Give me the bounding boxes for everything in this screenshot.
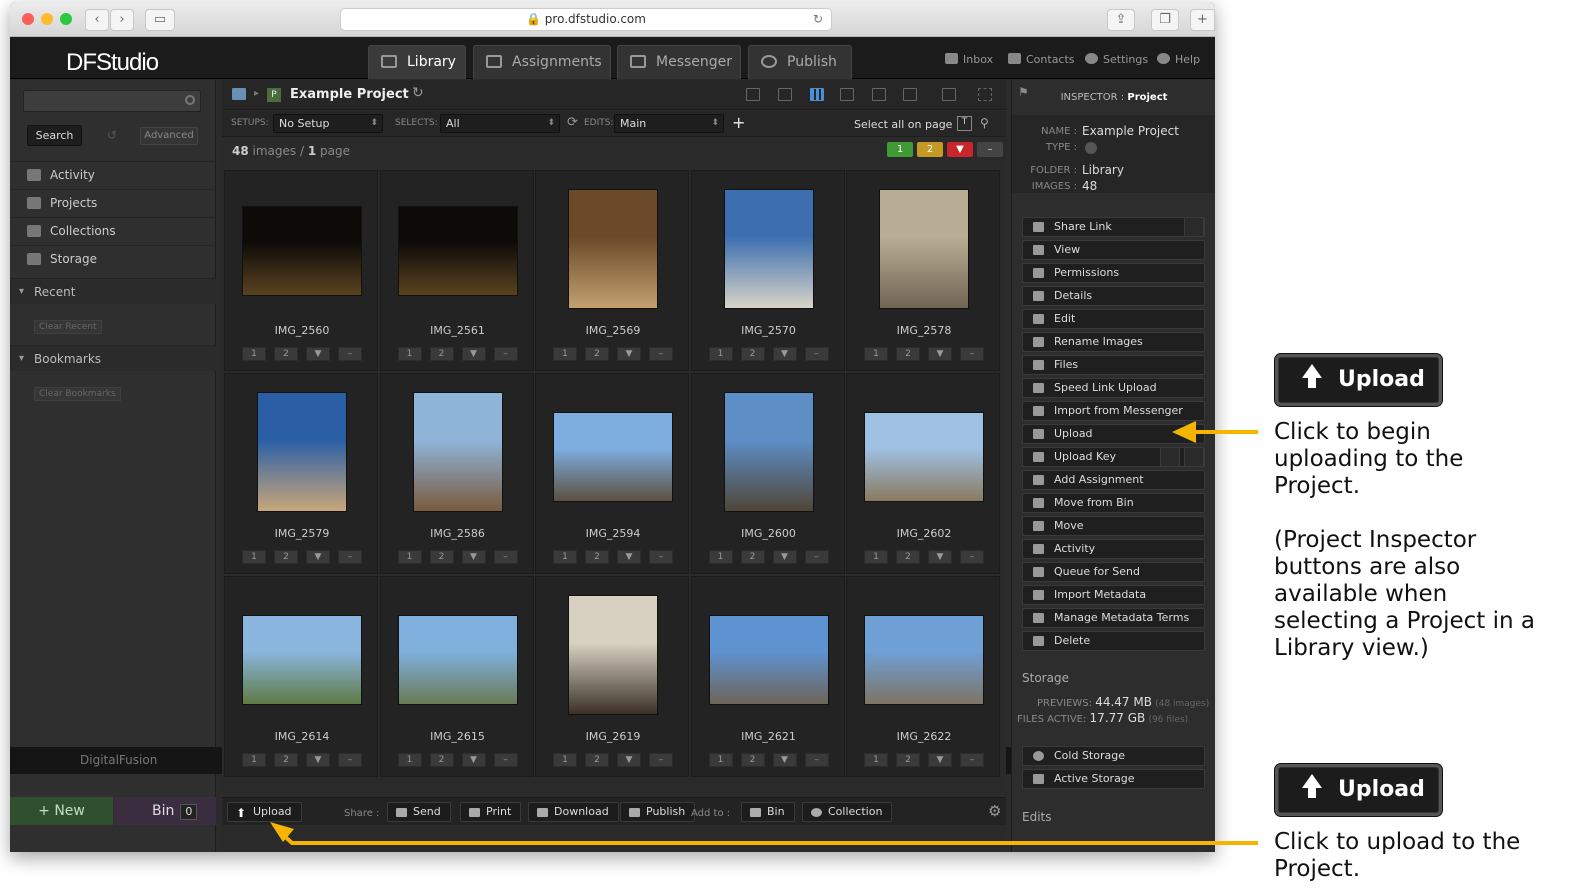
arrow-to-inspector-upload bbox=[1172, 421, 1258, 443]
callout-arrows bbox=[270, 421, 1258, 845]
arrow-to-bottom-upload bbox=[270, 822, 1258, 845]
